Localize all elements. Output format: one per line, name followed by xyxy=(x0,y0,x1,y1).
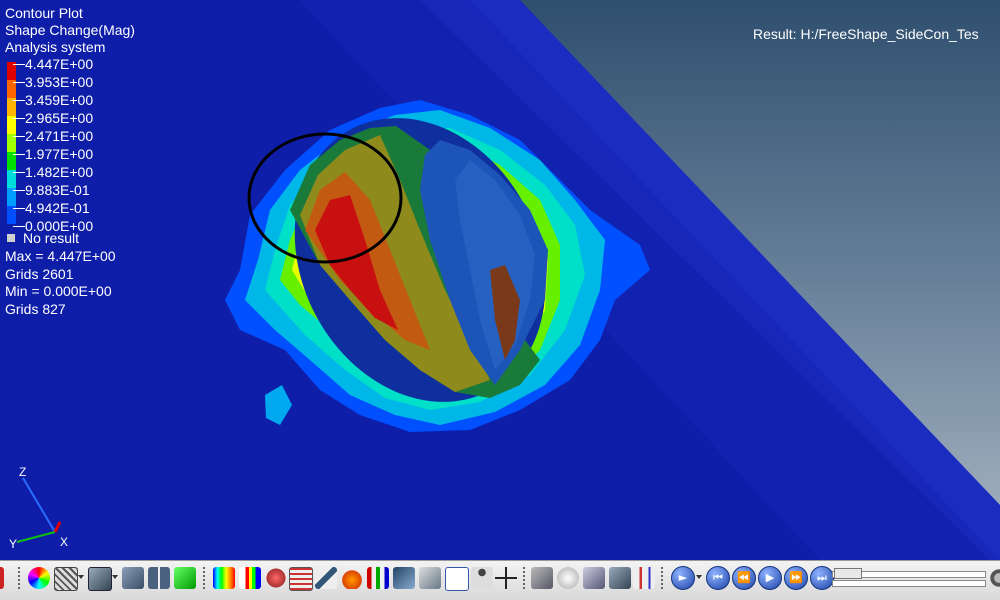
wire-cube-icon[interactable] xyxy=(289,567,313,591)
toolbar-separator xyxy=(18,567,20,591)
person-icon[interactable] xyxy=(471,567,493,589)
mirror-icon[interactable] xyxy=(148,567,170,589)
contour-legend: Contour Plot Shape Change(Mag) Analysis … xyxy=(5,5,135,317)
vector-icon[interactable] xyxy=(367,567,389,589)
legend-level-label: 3.953E+00 xyxy=(12,74,94,90)
legend-title: Contour Plot xyxy=(5,5,83,21)
contour-bar-icon[interactable] xyxy=(213,567,235,589)
pen-icon[interactable] xyxy=(315,567,337,589)
no-result-label: No result xyxy=(23,230,80,246)
note-icon[interactable] xyxy=(445,567,469,591)
mesh-cube-icon[interactable] xyxy=(54,567,78,591)
previous-frame-icon[interactable]: ⏪ xyxy=(732,566,756,590)
chevron-down-icon[interactable] xyxy=(78,575,84,579)
no-result-swatch xyxy=(7,234,15,242)
toolbar-edge-icon[interactable] xyxy=(0,567,4,589)
color-wheel-icon[interactable] xyxy=(28,567,50,589)
legend-level-label: 1.977E+00 xyxy=(12,146,94,162)
comment-icon[interactable] xyxy=(557,567,579,589)
no-result-entry: No result xyxy=(5,230,79,246)
min-grid: Grids 827 xyxy=(5,301,66,317)
cut-plane-icon[interactable] xyxy=(419,567,441,589)
chevron-down-icon[interactable] xyxy=(112,575,118,579)
query-icon[interactable] xyxy=(609,567,631,589)
last-frame-icon[interactable]: ⏭ xyxy=(810,566,834,590)
toolbar-separator xyxy=(203,567,205,591)
deform-icon[interactable] xyxy=(265,567,287,589)
min-value: Min = 0.000E+00 xyxy=(5,283,112,299)
axis-z-label: Z xyxy=(19,465,26,479)
result-path: Result: H:/FreeShape_SideCon_Tes xyxy=(753,26,979,42)
slider-thumb[interactable] xyxy=(834,568,862,579)
toolbar-separator xyxy=(661,567,663,591)
legend-bar-icon[interactable] xyxy=(239,567,261,589)
contour-model[interactable] xyxy=(0,0,1000,560)
gear-icon[interactable] xyxy=(988,567,1000,589)
axis-x-label: X xyxy=(60,535,68,549)
multi-view-icon[interactable] xyxy=(122,567,144,589)
play-icon[interactable]: ▶ xyxy=(758,566,782,590)
legend-system: Analysis system xyxy=(5,39,106,55)
axis-triad: Z Y X xyxy=(9,465,68,550)
legend-level-label: 9.883E-01 xyxy=(13,182,90,198)
legend-level-label: 3.459E+00 xyxy=(12,92,94,108)
max-grid: Grids 2601 xyxy=(5,266,74,282)
legend-level-label: 2.471E+00 xyxy=(12,128,94,144)
axis-y-label: Y xyxy=(9,537,17,550)
legend-subtitle: Shape Change(Mag) xyxy=(5,22,135,38)
bottom-toolbar: ► ⏮ ⏪ ▶ ⏩ ⏭ xyxy=(0,560,1000,600)
chevron-down-icon[interactable] xyxy=(696,575,702,579)
legend-level-label: 4.447E+00 xyxy=(12,56,94,72)
legend-level-label: 1.482E+00 xyxy=(12,164,94,180)
probe-icon[interactable] xyxy=(531,567,553,589)
slider-track xyxy=(832,580,986,587)
first-frame-icon[interactable]: ⏮ xyxy=(706,566,730,590)
plot-icon[interactable] xyxy=(633,567,655,589)
max-value: Max = 4.447E+00 xyxy=(5,248,116,264)
legend-level-label: 2.965E+00 xyxy=(12,110,94,126)
hand-icon[interactable] xyxy=(341,567,363,589)
animation-speed-slider[interactable] xyxy=(832,567,986,589)
animation-mode-icon[interactable]: ► xyxy=(671,566,695,590)
graphics-viewport[interactable]: Contour Plot Shape Change(Mag) Analysis … xyxy=(0,0,1000,560)
ruler-icon[interactable] xyxy=(583,567,605,589)
solid-cube-icon[interactable] xyxy=(88,567,112,591)
legend-level-label: 4.942E-01 xyxy=(13,200,90,216)
measure-icon[interactable] xyxy=(495,567,517,589)
green-blocks-icon[interactable] xyxy=(174,567,196,589)
toolbar-separator xyxy=(523,567,525,591)
streamline-icon[interactable] xyxy=(393,567,415,589)
next-frame-icon[interactable]: ⏩ xyxy=(784,566,808,590)
